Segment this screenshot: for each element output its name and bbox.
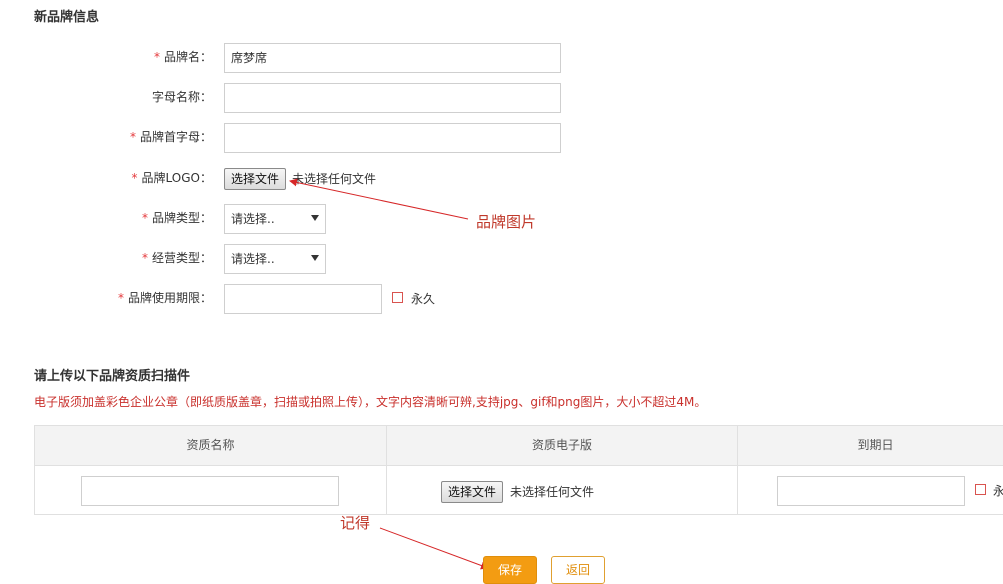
save-button[interactable]: 保存 bbox=[483, 556, 537, 584]
annotation-arrows bbox=[289, 178, 489, 570]
back-button[interactable]: 返回 bbox=[551, 556, 605, 584]
save-annotation-text: 记得 bbox=[340, 514, 371, 532]
logo-annotation-text: 品牌图片 bbox=[476, 213, 537, 231]
logo-annotation-arrow bbox=[289, 178, 469, 220]
save-annotation-arrow bbox=[379, 527, 489, 570]
